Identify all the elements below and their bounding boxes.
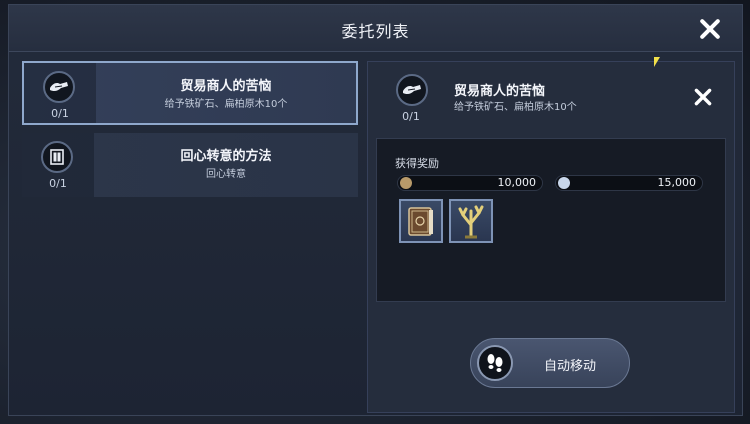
detail-title: 贸易商人的苦恼 — [454, 84, 546, 99]
quest-title: 贸易商人的苦恼 — [180, 79, 272, 94]
book-icon — [408, 207, 433, 236]
mouse-cursor-icon — [654, 57, 660, 67]
quest-subtitle: 给予铁矿石、扁柏原木10个 — [164, 99, 288, 110]
gold-coin-icon — [400, 177, 412, 189]
silver-coin-icon — [558, 177, 570, 189]
window-title: 委托列表 — [341, 22, 410, 41]
quest-progress: 0/1 — [51, 107, 69, 120]
commission-window: 委托列表 0/1 贸易商人的苦恼 给予铁矿石、扁柏原木10个 0/1 回心转意的… — [8, 4, 743, 416]
quest-icon-column: 0/1 — [24, 63, 96, 123]
auto-move-button[interactable]: 自动移动 — [470, 338, 630, 388]
title-bar: 委托列表 — [9, 5, 742, 52]
detail-subtitle: 给予铁矿石、扁柏原木10个 — [454, 102, 577, 113]
quest-item-change-heart[interactable]: 0/1 回心转意的方法 回心转意 — [22, 133, 358, 197]
quest-subtitle: 回心转意 — [206, 169, 246, 180]
rewards-label: 获得奖励 — [395, 157, 439, 170]
reward-box: 获得奖励 10,000 15,000 — [376, 138, 726, 302]
gold-reward-value: 10,000 — [497, 176, 537, 189]
detail-progress: 0/1 — [402, 110, 420, 123]
detail-close-icon[interactable] — [692, 86, 714, 108]
quest-progress: 0/1 — [49, 177, 67, 190]
door-icon — [41, 141, 73, 173]
quest-item-trade-merchant[interactable]: 0/1 贸易商人的苦恼 给予铁矿石、扁柏原木10个 — [22, 61, 358, 125]
handshake-icon — [43, 71, 75, 103]
reward-item-coral[interactable] — [449, 199, 493, 243]
detail-icon-column: 0/1 — [368, 62, 438, 130]
quest-title: 回心转意的方法 — [180, 149, 272, 164]
window-close-icon[interactable] — [697, 16, 723, 42]
auto-move-label: 自动移动 — [543, 359, 596, 374]
silver-reward-bar: 15,000 — [555, 175, 703, 191]
handshake-icon — [396, 74, 428, 106]
gold-reward-bar: 10,000 — [397, 175, 543, 191]
coral-icon — [458, 205, 484, 239]
silver-reward-value: 15,000 — [657, 176, 697, 189]
reward-item-book[interactable] — [399, 199, 443, 243]
quest-icon-column: 0/1 — [22, 133, 94, 197]
detail-header: 0/1 贸易商人的苦恼 给予铁矿石、扁柏原木10个 — [368, 62, 734, 130]
quest-detail-panel: 0/1 贸易商人的苦恼 给予铁矿石、扁柏原木10个 获得奖励 10,000 15… — [367, 61, 735, 413]
footsteps-icon — [477, 345, 513, 381]
